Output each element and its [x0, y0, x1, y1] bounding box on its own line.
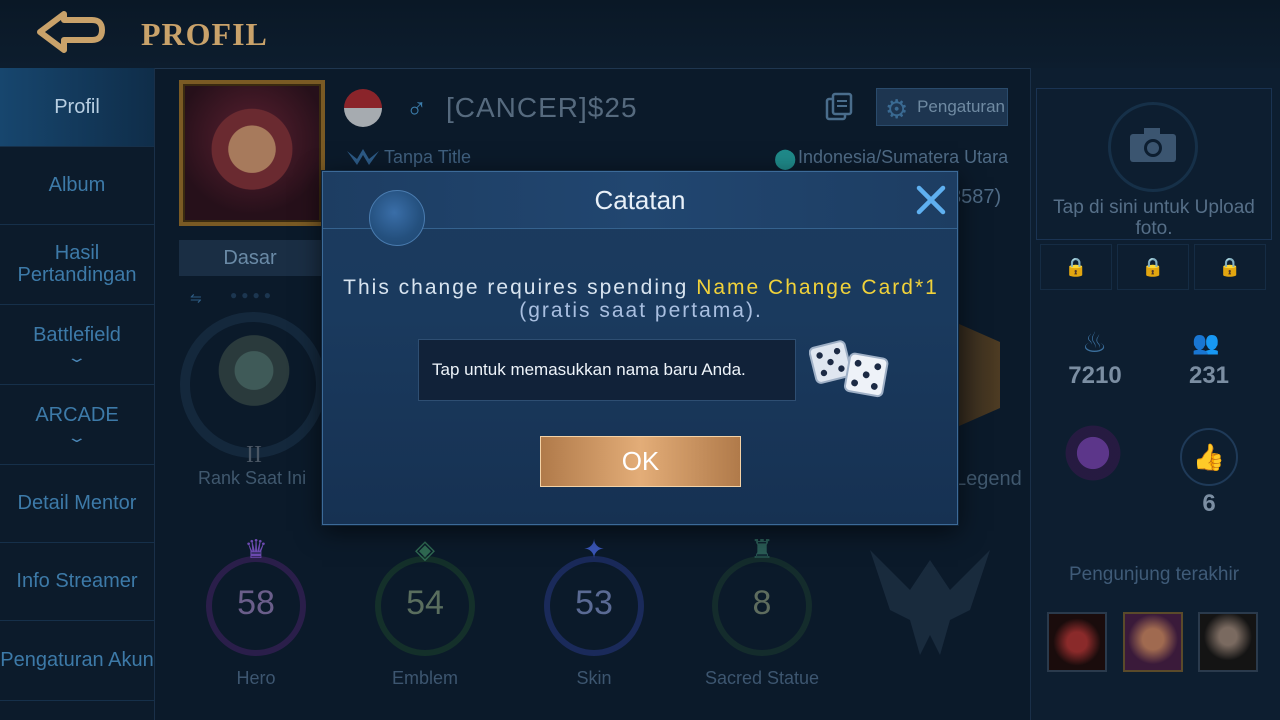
dialog-title: Catatan — [594, 185, 686, 215]
close-icon[interactable] — [913, 182, 949, 218]
dice-icon[interactable] — [809, 334, 893, 404]
dialog-message: This change requires spending Name Chang… — [343, 276, 939, 322]
ok-button[interactable]: OK — [540, 436, 741, 487]
message-item-highlight: Name Change Card*1 — [696, 276, 939, 299]
name-change-dialog: Catatan This change requires spending Na… — [322, 171, 958, 525]
new-name-input[interactable]: Tap untuk memasukkan nama baru Anda. — [418, 339, 796, 401]
message-prefix: This change requires spending — [343, 276, 697, 299]
message-suffix: (gratis saat pertama). — [519, 299, 763, 322]
